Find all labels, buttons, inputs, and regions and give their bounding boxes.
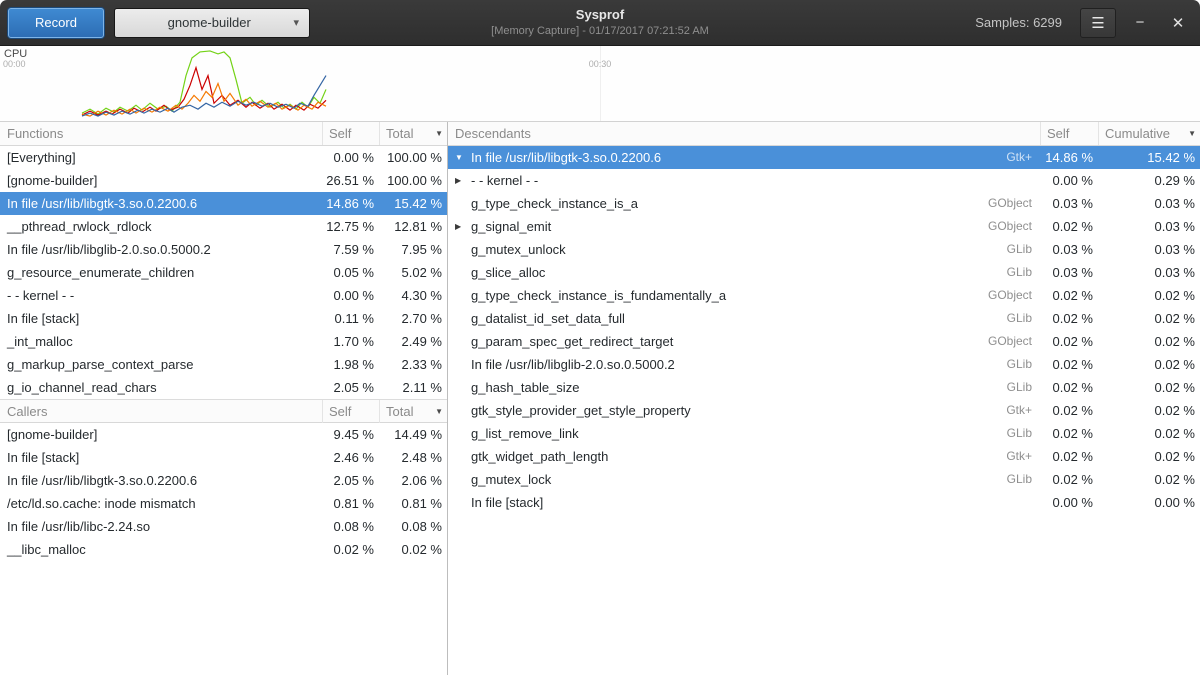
library-badge: GLib xyxy=(997,307,1040,330)
function-row[interactable]: In file [stack] 0.11 % 2.70 % xyxy=(0,307,447,330)
samples-count: Samples: 6299 xyxy=(975,15,1062,30)
cumulative-column-header[interactable]: Cumulative ▼ xyxy=(1098,122,1200,145)
descendant-row[interactable]: g_type_check_instance_is_a GObject 0.03 … xyxy=(448,192,1200,215)
functions-list: [Everything] 0.00 % 100.00 % [gnome-buil… xyxy=(0,146,447,399)
self-column-header[interactable]: Self xyxy=(322,400,379,423)
function-row[interactable]: In file /usr/lib/libglib-2.0.so.0.5000.2… xyxy=(0,238,447,261)
total-column-header[interactable]: Total ▼ xyxy=(379,122,447,145)
function-row[interactable]: [Everything] 0.00 % 100.00 % xyxy=(0,146,447,169)
descendants-column-header[interactable]: Descendants xyxy=(448,122,1040,145)
function-row[interactable]: __pthread_rwlock_rdlock 12.75 % 12.81 % xyxy=(0,215,447,238)
function-row[interactable]: - - kernel - - 0.00 % 4.30 % xyxy=(0,284,447,307)
function-row[interactable]: [gnome-builder] 26.51 % 100.00 % xyxy=(0,169,447,192)
functions-column-header[interactable]: Functions xyxy=(0,122,322,145)
library-badge: Gtk+ xyxy=(996,146,1040,169)
function-row[interactable]: g_resource_enumerate_children 0.05 % 5.0… xyxy=(0,261,447,284)
library-badge: GLib xyxy=(997,468,1040,491)
library-badge: GObject xyxy=(978,215,1040,238)
cpu-line-orange xyxy=(82,84,326,117)
header-right-group: Samples: 6299 ☰ − ✕ xyxy=(975,8,1192,38)
descendant-row[interactable]: gtk_style_provider_get_style_property Gt… xyxy=(448,399,1200,422)
caller-row[interactable]: In file /usr/lib/libgtk-3.so.0.2200.6 2.… xyxy=(0,469,447,492)
app-title: Sysprof xyxy=(491,6,709,24)
library-badge: GObject xyxy=(978,192,1040,215)
timeline-gridline xyxy=(600,46,601,121)
descendant-row[interactable]: g_type_check_instance_is_fundamentally_a… xyxy=(448,284,1200,307)
profiler-panes: Functions Self Total ▼ [Everything] 0.00… xyxy=(0,122,1200,675)
process-selector-label: gnome-builder xyxy=(125,15,293,30)
caller-row[interactable]: In file /usr/lib/libc-2.24.so 0.08 % 0.0… xyxy=(0,515,447,538)
menu-button[interactable]: ☰ xyxy=(1080,8,1116,38)
descendant-row[interactable]: In file [stack] 0.00 % 0.00 % xyxy=(448,491,1200,514)
header-bar: Record gnome-builder ▾ Sysprof [Memory C… xyxy=(0,0,1200,46)
caller-row[interactable]: In file [stack] 2.46 % 2.48 % xyxy=(0,446,447,469)
expander-icon[interactable]: ▼ xyxy=(455,146,471,169)
descendants-pane: Descendants Self Cumulative ▼ ▼ In file … xyxy=(448,122,1200,675)
self-column-header[interactable]: Self xyxy=(1040,122,1098,145)
descendant-row[interactable]: g_mutex_lock GLib 0.02 % 0.02 % xyxy=(448,468,1200,491)
callers-table-header: Callers Self Total ▼ xyxy=(0,399,447,423)
cpu-usage-graph[interactable]: CPU 00:00 00:30 xyxy=(0,46,1200,122)
library-badge: GLib xyxy=(997,353,1040,376)
function-row[interactable]: g_markup_parse_context_parse 1.98 % 2.33… xyxy=(0,353,447,376)
descendants-table-header: Descendants Self Cumulative ▼ xyxy=(448,122,1200,146)
descendant-row[interactable]: g_list_remove_link GLib 0.02 % 0.02 % xyxy=(448,422,1200,445)
library-badge: GLib xyxy=(997,376,1040,399)
expander-icon[interactable]: ▶ xyxy=(455,215,471,238)
library-badge: GLib xyxy=(997,422,1040,445)
descendants-list: ▼ In file /usr/lib/libgtk-3.so.0.2200.6 … xyxy=(448,146,1200,514)
library-badge: Gtk+ xyxy=(996,399,1040,422)
descendant-row[interactable]: In file /usr/lib/libglib-2.0.so.0.5000.2… xyxy=(448,353,1200,376)
record-button[interactable]: Record xyxy=(8,8,104,38)
library-badge: GObject xyxy=(978,284,1040,307)
function-row[interactable]: g_io_channel_read_chars 2.05 % 2.11 % xyxy=(0,376,447,399)
hamburger-icon: ☰ xyxy=(1091,15,1104,32)
caller-row[interactable]: __libc_malloc 0.02 % 0.02 % xyxy=(0,538,447,561)
window-title-block: Sysprof [Memory Capture] - 01/17/2017 07… xyxy=(491,6,709,38)
descendant-row[interactable]: g_hash_table_size GLib 0.02 % 0.02 % xyxy=(448,376,1200,399)
sort-descending-icon: ▼ xyxy=(435,122,447,145)
minimize-button[interactable]: − xyxy=(1126,9,1154,37)
callers-column-header[interactable]: Callers xyxy=(0,400,322,423)
close-button[interactable]: ✕ xyxy=(1164,9,1192,37)
caller-row[interactable]: [gnome-builder] 9.45 % 14.49 % xyxy=(0,423,447,446)
sysprof-window: Record gnome-builder ▾ Sysprof [Memory C… xyxy=(0,0,1200,675)
descendant-row[interactable]: g_mutex_unlock GLib 0.03 % 0.03 % xyxy=(448,238,1200,261)
library-badge: GObject xyxy=(978,330,1040,353)
descendant-row[interactable]: g_slice_alloc GLib 0.03 % 0.03 % xyxy=(448,261,1200,284)
sort-descending-icon: ▼ xyxy=(1188,122,1200,145)
library-badge: GLib xyxy=(997,261,1040,284)
descendant-row[interactable]: ▼ In file /usr/lib/libgtk-3.so.0.2200.6 … xyxy=(448,146,1200,169)
timeline-tick-mid: 00:30 xyxy=(589,59,612,69)
caller-row[interactable]: /etc/ld.so.cache: inode mismatch 0.81 % … xyxy=(0,492,447,515)
functions-table-header: Functions Self Total ▼ xyxy=(0,122,447,146)
descendant-row[interactable]: g_param_spec_get_redirect_target GObject… xyxy=(448,330,1200,353)
library-badge: GLib xyxy=(997,238,1040,261)
functions-callers-pane: Functions Self Total ▼ [Everything] 0.00… xyxy=(0,122,448,675)
callers-list: [gnome-builder] 9.45 % 14.49 % In file [… xyxy=(0,423,447,561)
self-column-header[interactable]: Self xyxy=(322,122,379,145)
expander-icon[interactable]: ▶ xyxy=(455,169,471,192)
capture-subtitle: [Memory Capture] - 01/17/2017 07:21:52 A… xyxy=(491,24,709,38)
function-row[interactable]: In file /usr/lib/libgtk-3.so.0.2200.6 14… xyxy=(0,192,447,215)
sort-descending-icon: ▼ xyxy=(435,400,447,423)
descendant-row[interactable]: gtk_widget_path_length Gtk+ 0.02 % 0.02 … xyxy=(448,445,1200,468)
descendant-row[interactable]: g_datalist_id_set_data_full GLib 0.02 % … xyxy=(448,307,1200,330)
chevron-down-icon: ▾ xyxy=(293,16,299,29)
library-badge: Gtk+ xyxy=(996,445,1040,468)
function-row[interactable]: _int_malloc 1.70 % 2.49 % xyxy=(0,330,447,353)
total-column-header[interactable]: Total ▼ xyxy=(379,400,447,423)
timeline-tick-start: 00:00 xyxy=(3,59,26,69)
process-selector-dropdown[interactable]: gnome-builder ▾ xyxy=(114,8,310,38)
descendant-row[interactable]: ▶ - - kernel - - 0.00 % 0.29 % xyxy=(448,169,1200,192)
descendant-row[interactable]: ▶ g_signal_emit GObject 0.02 % 0.03 % xyxy=(448,215,1200,238)
